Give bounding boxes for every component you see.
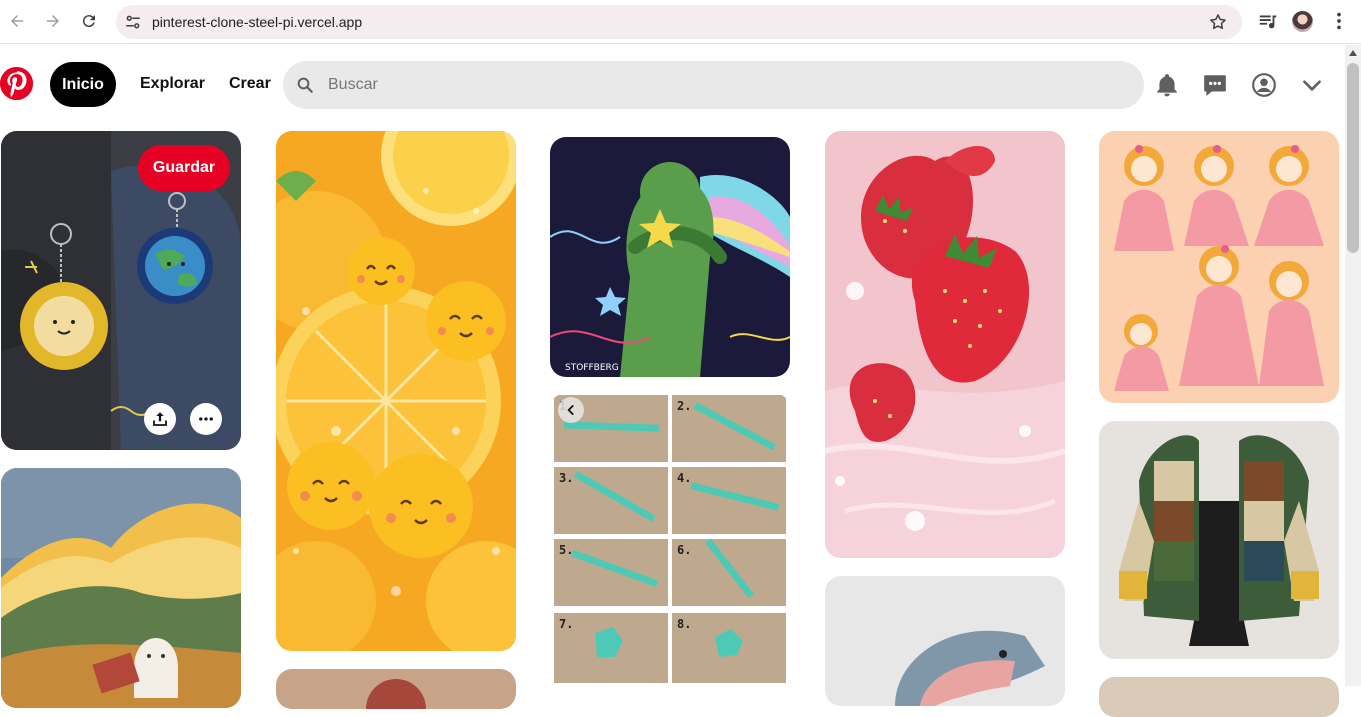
pin-patchwork-cardigan[interactable] xyxy=(1099,421,1339,659)
scroll-thumb[interactable] xyxy=(1347,63,1359,253)
messages-icon[interactable] xyxy=(1201,71,1229,99)
media-controls-icon[interactable] xyxy=(1257,10,1279,32)
step-label: 5. xyxy=(559,543,574,557)
save-button[interactable]: Guardar xyxy=(138,145,230,191)
chevron-down-icon[interactable] xyxy=(1298,71,1326,99)
search-input[interactable] xyxy=(328,61,1108,109)
nav-create[interactable]: Crear xyxy=(229,75,271,93)
step-label: 4. xyxy=(677,471,692,485)
pin-sunset-hills[interactable] xyxy=(1,468,241,708)
artist-signature: STOFFBERG xyxy=(565,363,619,373)
pin-image xyxy=(276,131,516,651)
pin-image xyxy=(1,468,241,708)
more-dots-icon xyxy=(199,417,213,421)
bell-icon[interactable] xyxy=(1153,71,1181,99)
address-bar[interactable]: pinterest-clone-steel-pi.vercel.app xyxy=(116,5,1242,39)
forward-icon[interactable] xyxy=(40,8,66,34)
kebab-menu-icon[interactable] xyxy=(1328,10,1350,32)
nav-home[interactable]: Inicio xyxy=(50,62,116,107)
step-label: 6. xyxy=(677,543,692,557)
chevron-left-icon xyxy=(567,405,574,415)
pin-green-figure-star[interactable]: STOFFBERG xyxy=(550,137,790,377)
search-icon xyxy=(297,77,313,93)
reload-icon[interactable] xyxy=(76,8,102,34)
pin-next-column2[interactable] xyxy=(276,669,516,709)
share-button[interactable] xyxy=(144,403,176,435)
app-header: Inicio Explorar Crear xyxy=(0,45,1345,125)
back-icon[interactable] xyxy=(4,8,30,34)
scroll-up-arrow-icon[interactable] xyxy=(1349,50,1357,56)
pin-next-column5[interactable] xyxy=(1099,677,1339,717)
pin-image xyxy=(825,576,1065,706)
step-label: 7. xyxy=(559,617,574,631)
pin-shark-bag[interactable] xyxy=(825,576,1065,706)
step-label: 2. xyxy=(677,399,692,413)
account-icon[interactable] xyxy=(1250,71,1278,99)
pin-image xyxy=(825,131,1065,558)
pin-image xyxy=(1099,677,1339,717)
pin-image xyxy=(1099,131,1339,403)
search-bar[interactable] xyxy=(283,61,1144,109)
pin-smiling-oranges[interactable] xyxy=(276,131,516,651)
profile-avatar[interactable] xyxy=(1292,11,1313,32)
step-label: 8. xyxy=(677,617,692,631)
bookmark-star-icon[interactable] xyxy=(1208,12,1228,32)
pin-image xyxy=(550,393,790,693)
nav-explore[interactable]: Explorar xyxy=(140,75,205,93)
pin-keychains[interactable]: Guardar xyxy=(1,131,241,450)
url-text[interactable]: pinterest-clone-steel-pi.vercel.app xyxy=(152,14,362,30)
more-options-button[interactable] xyxy=(190,403,222,435)
pin-image xyxy=(1099,421,1339,659)
pin-strawberries[interactable] xyxy=(825,131,1065,558)
share-icon xyxy=(153,412,167,426)
carousel-prev-button[interactable] xyxy=(558,397,584,423)
pin-princess-sketches[interactable] xyxy=(1099,131,1339,403)
page-scrollbar[interactable] xyxy=(1345,45,1361,686)
pin-origami-steps[interactable]: 1. 2. 3. 4. 5. 6. 7. 8. xyxy=(550,393,790,693)
browser-toolbar: pinterest-clone-steel-pi.vercel.app xyxy=(0,0,1361,44)
pinterest-logo-icon[interactable] xyxy=(0,67,33,100)
step-label: 3. xyxy=(559,471,574,485)
pin-image: STOFFBERG xyxy=(550,137,790,377)
site-settings-icon[interactable] xyxy=(124,13,142,31)
pin-image xyxy=(276,669,516,709)
